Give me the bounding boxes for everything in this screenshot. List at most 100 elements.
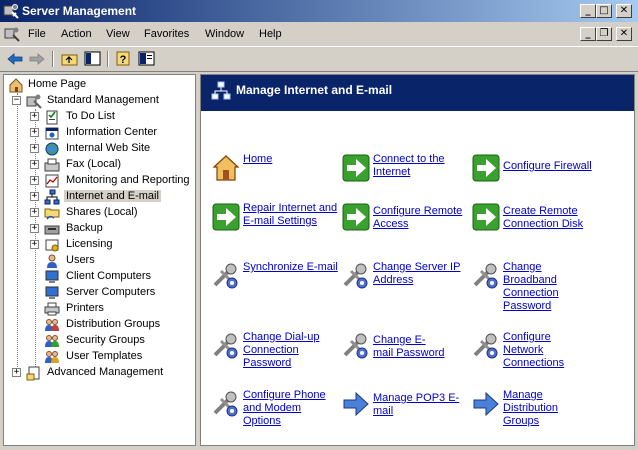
tools-icon	[343, 263, 368, 289]
home-page-icon	[9, 78, 23, 93]
expand-toggle[interactable]: +	[30, 160, 39, 169]
task-link[interactable]: Configure Phone and Modem Options	[243, 389, 338, 428]
svg-text:?: ?	[120, 54, 127, 66]
tree-item-label: Distribution Groups	[66, 318, 161, 330]
expand-toggle[interactable]: +	[30, 144, 39, 153]
task-link[interactable]: Configure Network Connections	[503, 331, 568, 370]
shares-icon	[44, 208, 60, 220]
child-minimize-button[interactable]: _	[580, 27, 596, 41]
expand-toggle[interactable]: +	[30, 192, 39, 201]
task-manage-pop3-email[interactable]: Manage POP3 E-mail	[341, 389, 466, 429]
window-title: Server Management	[22, 4, 137, 18]
task-manage-distribution-groups[interactable]: Manage Distribution Groups	[471, 389, 596, 429]
task-link[interactable]: Synchronize E-mail	[243, 261, 338, 274]
task-change-email-password[interactable]: Change E-mail Password	[341, 331, 466, 371]
menu-window[interactable]: Window	[205, 28, 244, 40]
tree-item-label: Printers	[66, 302, 104, 314]
task-link[interactable]: Change E-mail Password	[373, 334, 445, 360]
expand-toggle[interactable]: +	[30, 128, 39, 137]
task-repair-internet-and-email-settings[interactable]: Repair Internet and E-mail Settings	[211, 202, 338, 242]
expand-toggle[interactable]: +	[30, 176, 39, 185]
up-folder-icon[interactable]	[60, 50, 80, 68]
backup-icon	[44, 225, 60, 235]
printer-icon	[44, 302, 60, 316]
green-arrow-icon	[212, 203, 240, 231]
task-link[interactable]: Connect to the Internet	[373, 153, 468, 179]
task-link[interactable]: Change Broadband Connection Password	[503, 261, 563, 313]
tools-icon	[473, 333, 498, 359]
green-arrow-icon	[472, 154, 500, 182]
task-link[interactable]: Configure Firewall	[503, 160, 598, 173]
task-link[interactable]: Manage POP3 E-mail	[373, 392, 468, 418]
tree-item-label: Advanced Management	[47, 366, 164, 378]
task-change-dialup-connection-password[interactable]: Change Dial-up Connection Password	[211, 331, 336, 371]
green-arrow-icon	[342, 154, 370, 182]
menu-favorites[interactable]: Favorites	[144, 28, 189, 40]
task-configure-firewall[interactable]: Configure Firewall	[471, 153, 596, 193]
tree-item-label: Server Computers	[66, 286, 156, 298]
task-home[interactable]: Home	[211, 153, 336, 193]
task-link[interactable]: Create Remote Connection Disk	[503, 205, 598, 231]
window-title-bar[interactable]: Server Management _ □ ✕	[0, 0, 638, 22]
expand-toggle[interactable]: +	[12, 368, 21, 377]
tree-item-label: Internal Web Site	[66, 142, 151, 154]
task-link[interactable]: Change Dial-up Connection Password	[243, 331, 338, 370]
task-link[interactable]: Home	[243, 153, 338, 166]
licensing-icon	[45, 239, 59, 252]
fax-icon	[44, 158, 60, 172]
task-create-remote-connection-disk[interactable]: Create Remote Connection Disk	[471, 202, 596, 242]
menu-bar: File Action View Favorites Window Help _…	[0, 22, 638, 46]
tree-item-label: Licensing	[66, 238, 113, 250]
task-link[interactable]: Configure Remote Access	[373, 205, 468, 231]
blue-arrow-icon	[473, 391, 499, 417]
help-icon[interactable]: ?	[114, 50, 134, 68]
task-configure-remote-access[interactable]: Configure Remote Access	[341, 202, 466, 242]
task-connect-to-the-internet[interactable]: Connect to the Internet	[341, 153, 466, 193]
tree-item-label: Client Computers	[66, 270, 151, 282]
task-configure-phone-and-modem-options[interactable]: Configure Phone and Modem Options	[211, 389, 336, 429]
expand-toggle[interactable]: +	[30, 224, 39, 233]
properties-icon[interactable]	[137, 50, 157, 68]
task-link[interactable]: Repair Internet and E-mail Settings	[243, 202, 338, 228]
expand-toggle[interactable]: +	[30, 112, 39, 121]
tools-icon	[213, 391, 238, 417]
show-hide-tree-icon[interactable]	[83, 50, 103, 68]
tree-item-label: To Do List	[66, 110, 115, 122]
minimize-button[interactable]: _	[580, 4, 596, 18]
tree-item-label: User Templates	[66, 350, 143, 362]
menu-view[interactable]: View	[106, 28, 130, 40]
network-icon	[44, 189, 60, 205]
child-restore-button[interactable]: ❐	[596, 27, 612, 41]
close-button[interactable]: ✕	[616, 4, 632, 18]
task-synchronize-email[interactable]: Synchronize E-mail	[211, 261, 338, 301]
menu-help[interactable]: Help	[259, 28, 282, 40]
todo-icon	[46, 110, 58, 125]
tree-item-label: Information Center	[66, 126, 158, 138]
task-configure-network-connections[interactable]: Configure Network Connections	[471, 331, 596, 371]
group-icon	[45, 351, 59, 363]
forward-arrow-icon[interactable]	[27, 50, 47, 68]
server-management-app-icon	[3, 4, 19, 19]
task-change-broadband-connection-password[interactable]: Change Broadband Connection Password	[471, 261, 596, 312]
child-close-button[interactable]: ✕	[616, 27, 632, 41]
tools-icon	[213, 333, 238, 359]
console-icon[interactable]	[4, 26, 20, 42]
tools-icon	[343, 333, 368, 359]
expand-toggle[interactable]: +	[30, 240, 39, 249]
task-link[interactable]: Change Server IP Address	[373, 261, 468, 287]
collapse-toggle[interactable]: −	[12, 96, 21, 105]
back-arrow-icon[interactable]	[5, 50, 25, 68]
info-icon	[45, 127, 59, 140]
content-pane: Manage Internet and E-mail Home Connect …	[200, 74, 635, 446]
network-icon	[211, 81, 231, 100]
tools-icon	[473, 263, 498, 289]
menu-file[interactable]: File	[28, 28, 46, 40]
console-tree[interactable]: Home Page − Standard Management + To Do …	[3, 74, 196, 446]
task-change-server-ip-address[interactable]: Change Server IP Address	[341, 261, 466, 301]
task-link[interactable]: Manage Distribution Groups	[503, 389, 563, 428]
expand-toggle[interactable]: +	[30, 208, 39, 217]
menu-action[interactable]: Action	[61, 28, 92, 40]
maximize-button[interactable]: □	[596, 4, 612, 18]
users-icon	[47, 254, 57, 268]
tree-item-label: Fax (Local)	[66, 158, 122, 170]
